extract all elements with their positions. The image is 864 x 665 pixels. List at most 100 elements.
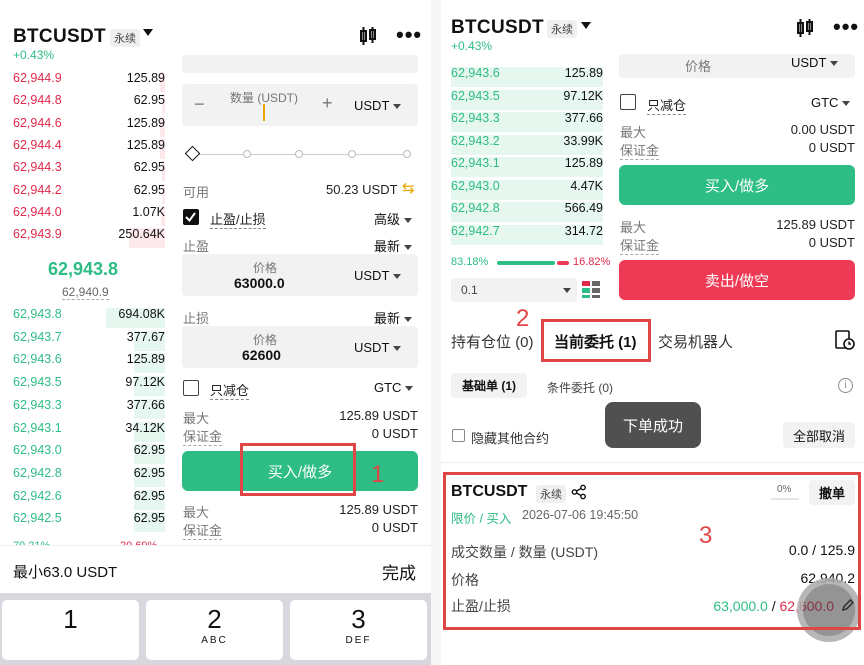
- tpsl-checkbox[interactable]: [183, 209, 199, 225]
- sl-unit: USDT: [354, 340, 390, 355]
- bid-row[interactable]: 62,942.6 62.95: [13, 489, 165, 511]
- reduce-only-checkbox[interactable]: [620, 94, 636, 110]
- stop-loss-input[interactable]: 价格 62600 USDT: [182, 326, 418, 368]
- bid-row[interactable]: 62,943.0 4.47K: [451, 179, 603, 201]
- bid-quantity: 97.12K: [125, 375, 165, 390]
- price-input-partial[interactable]: 价格 USDT: [619, 54, 855, 78]
- bid-row[interactable]: 62,943.6 125.89: [451, 66, 603, 88]
- price-unit-select[interactable]: USDT: [791, 55, 839, 70]
- sl-unit-select[interactable]: USDT: [354, 340, 402, 355]
- bid-price: 62,943.7: [13, 329, 62, 344]
- time-in-force-select[interactable]: GTC: [811, 95, 851, 110]
- ask-row[interactable]: 62,944.6 125.89: [13, 116, 165, 138]
- ask-row[interactable]: 62,944.2 62.95: [13, 183, 165, 205]
- increase-icon[interactable]: +: [322, 93, 333, 114]
- ask-row[interactable]: 62,944.8 62.95: [13, 93, 165, 115]
- keypad-key[interactable]: 3 DEF: [290, 600, 427, 660]
- max-value: 0.00 USDT: [790, 122, 855, 137]
- sl-price-value: 62600: [242, 347, 281, 363]
- bid-row[interactable]: 62,942.7 314.72: [451, 224, 603, 246]
- ask-quantity: 125.89: [126, 71, 165, 85]
- ask-row[interactable]: 62,944.9 125.89: [13, 71, 165, 93]
- reduce-only-checkbox[interactable]: [183, 380, 199, 396]
- transfer-icon[interactable]: ⇆: [402, 179, 415, 197]
- slider-step[interactable]: [403, 150, 411, 158]
- buy-long-button[interactable]: 买入/做多: [619, 165, 855, 205]
- ask-row[interactable]: 62,944.0 1.07K: [13, 205, 165, 227]
- price-input-partial[interactable]: [182, 55, 418, 73]
- bid-row[interactable]: 62,943.2 33.99K: [451, 134, 603, 156]
- ask-quantity: 62.95: [133, 182, 165, 197]
- symbol-dropdown-icon[interactable]: [581, 22, 591, 29]
- bid-row[interactable]: 62,943.3 377.66: [13, 398, 165, 420]
- hide-other-checkbox[interactable]: [452, 429, 465, 442]
- margin-value-2: 0 USDT: [371, 520, 418, 535]
- keypad-key[interactable]: 1: [2, 600, 139, 660]
- bid-quantity: 62.95: [133, 488, 165, 503]
- subtab-basic[interactable]: 基础单 (1): [451, 373, 527, 398]
- bid-price: 62,943.0: [451, 178, 500, 193]
- bid-row[interactable]: 62,942.8 566.49: [451, 201, 603, 223]
- tp-unit-select[interactable]: USDT: [354, 268, 402, 283]
- precision-select[interactable]: 0.1: [451, 278, 577, 302]
- bid-row[interactable]: 62,943.8 694.08K: [13, 307, 165, 329]
- bid-row[interactable]: 62,943.1 34.12K: [13, 421, 165, 443]
- slider-step[interactable]: [295, 150, 303, 158]
- bid-row[interactable]: 62,943.5 97.12K: [451, 89, 603, 111]
- done-button[interactable]: 完成: [382, 559, 416, 584]
- bid-row[interactable]: 62,942.8 62.95: [13, 466, 165, 488]
- bid-row[interactable]: 62,943.7 377.67: [13, 330, 165, 352]
- bid-row[interactable]: 62,943.1 125.89: [451, 156, 603, 178]
- candlestick-chart-icon[interactable]: [795, 18, 815, 38]
- bid-quantity: 314.72: [564, 223, 603, 238]
- symbol-title[interactable]: BTCUSDT: [13, 26, 106, 48]
- ask-row[interactable]: 62,944.3 62.95: [13, 160, 165, 182]
- tpsl-label: 止盈/止损: [210, 209, 266, 229]
- candlestick-chart-icon[interactable]: [358, 26, 378, 46]
- more-menu-icon[interactable]: •••: [396, 22, 422, 48]
- bid-price: 62,942.8: [451, 201, 500, 215]
- take-profit-label: 止盈: [183, 239, 210, 254]
- more-menu-icon[interactable]: •••: [833, 14, 859, 40]
- bid-row[interactable]: 62,943.5 97.12K: [13, 375, 165, 397]
- symbol-title[interactable]: BTCUSDT: [451, 17, 544, 39]
- bid-row[interactable]: 62,942.5 62.95: [13, 511, 165, 533]
- keypad-key[interactable]: 2 ABC: [146, 600, 283, 660]
- max-value: 125.89 USDT: [339, 408, 418, 423]
- tab-positions[interactable]: 持有仓位 (0): [451, 331, 534, 352]
- margin-label: 保证金: [620, 140, 660, 160]
- annotation-2: 2: [516, 305, 530, 332]
- tp-trigger-select[interactable]: 最新: [374, 236, 413, 255]
- bid-row[interactable]: 62,943.0 62.95: [13, 443, 165, 465]
- ask-price: 62,944.4: [13, 137, 62, 152]
- slider-handle[interactable]: [184, 145, 201, 162]
- slider-step[interactable]: [348, 150, 356, 158]
- annotation-1: 1: [371, 461, 385, 488]
- time-in-force: GTC: [811, 95, 839, 110]
- info-icon[interactable]: i: [838, 378, 853, 393]
- subtab-conditional[interactable]: 条件委托 (0): [547, 379, 613, 396]
- orderbook-layout-icon[interactable]: [581, 279, 601, 299]
- quantity-input[interactable]: − 数量 (USDT) + USDT: [182, 84, 418, 126]
- order-history-icon[interactable]: [834, 329, 856, 351]
- chevron-down-icon: [404, 245, 413, 251]
- ask-row[interactable]: 62,944.4 125.89: [13, 138, 165, 160]
- sl-trigger-select[interactable]: 最新: [374, 308, 413, 327]
- sell-ratio-bar: [557, 261, 569, 265]
- bid-row[interactable]: 62,943.3 377.66: [451, 111, 603, 133]
- quantity-unit-select[interactable]: USDT: [354, 98, 402, 113]
- divider: [441, 462, 864, 463]
- reduce-only-label: 只减仓: [647, 95, 687, 115]
- slider-step[interactable]: [243, 150, 251, 158]
- cancel-all-button[interactable]: 全部取消: [783, 422, 855, 448]
- decrease-icon[interactable]: −: [194, 94, 205, 115]
- time-in-force-select[interactable]: GTC: [374, 380, 414, 395]
- symbol-dropdown-icon[interactable]: [143, 29, 153, 36]
- buy-ratio: 83.18%: [451, 256, 489, 268]
- ask-row[interactable]: 62,943.9 250.64K: [13, 227, 165, 249]
- sell-short-button[interactable]: 卖出/做空: [619, 260, 855, 300]
- tpsl-mode-select[interactable]: 高级: [374, 209, 413, 228]
- bid-row[interactable]: 62,943.6 125.89: [13, 352, 165, 374]
- take-profit-input[interactable]: 价格 63000.0 USDT: [182, 254, 418, 296]
- tab-trading-bots[interactable]: 交易机器人: [658, 331, 733, 352]
